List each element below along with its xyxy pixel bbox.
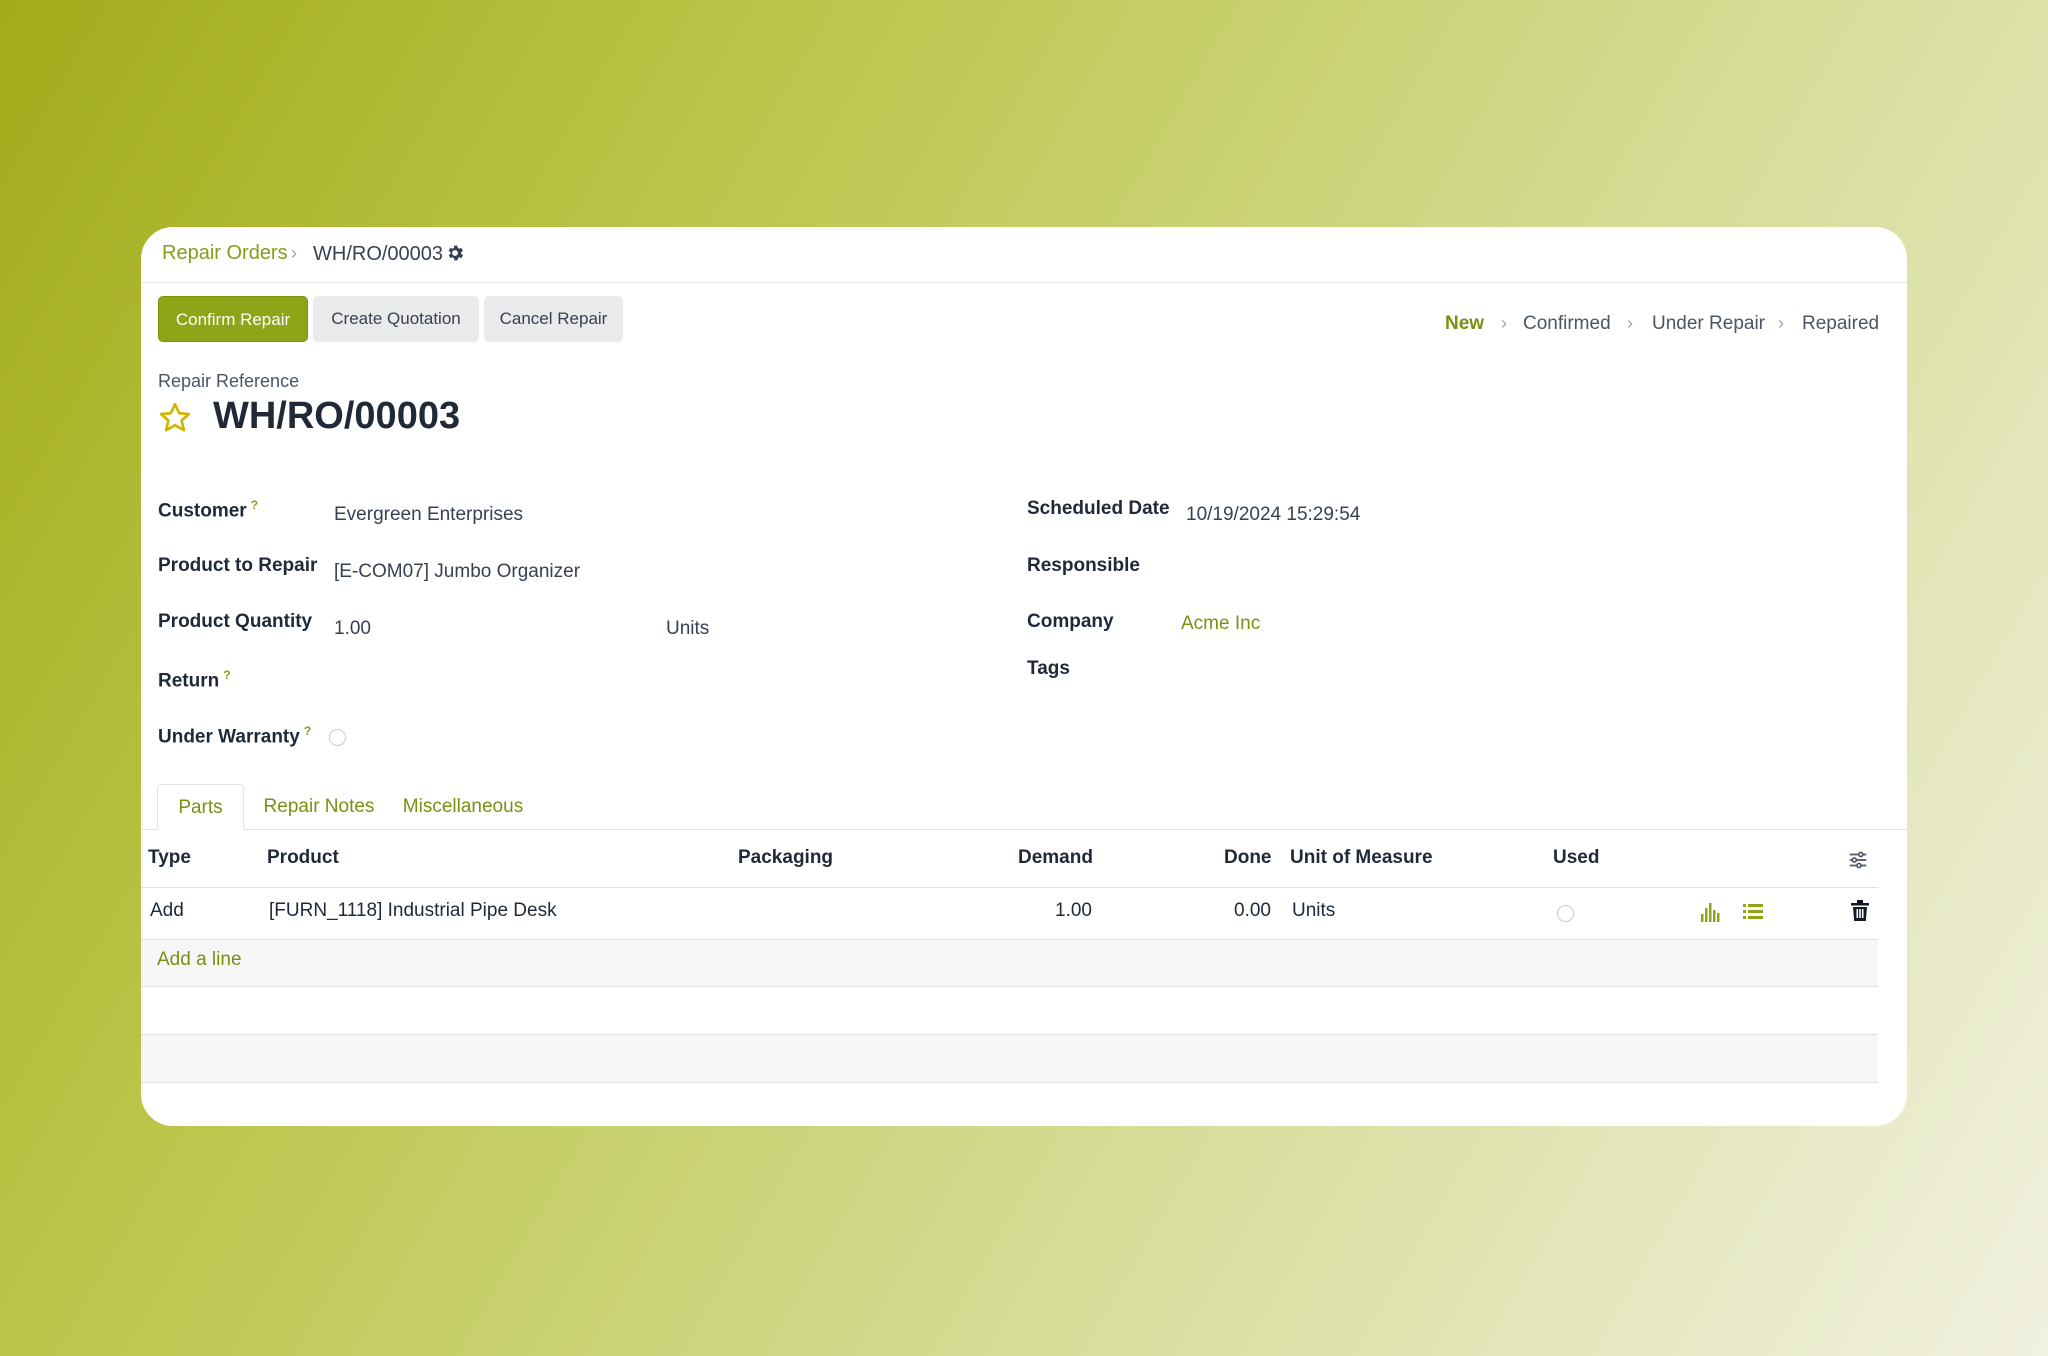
- cell-product[interactable]: [FURN_1118] Industrial Pipe Desk: [269, 900, 557, 922]
- status-separator: ›: [1501, 313, 1507, 333]
- status-under-repair[interactable]: Under Repair: [1652, 313, 1765, 335]
- scheduled-date-label: Scheduled Date: [1027, 498, 1170, 519]
- customer-label: Customer?: [158, 498, 259, 522]
- column-product[interactable]: Product: [267, 847, 339, 869]
- column-type[interactable]: Type: [148, 847, 191, 869]
- customer-field[interactable]: Evergreen Enterprises: [334, 504, 523, 526]
- tags-label: Tags: [1027, 658, 1070, 679]
- detailed-operations-icon[interactable]: [1743, 904, 1763, 920]
- page-title: WH/RO/00003: [213, 395, 461, 437]
- status-separator: ›: [1778, 313, 1784, 333]
- company-field[interactable]: Acme Inc: [1181, 613, 1260, 635]
- product-uom-field[interactable]: Units: [666, 618, 709, 640]
- product-to-repair-label: Product to Repair: [158, 555, 318, 576]
- help-icon[interactable]: ?: [223, 668, 230, 682]
- cell-type[interactable]: Add: [150, 900, 184, 922]
- help-icon[interactable]: ?: [251, 498, 258, 512]
- column-demand[interactable]: Demand: [1018, 847, 1093, 869]
- empty-row: [141, 987, 1878, 1035]
- tab-miscellaneous[interactable]: Miscellaneous: [397, 784, 529, 830]
- cell-demand[interactable]: 1.00: [1055, 900, 1092, 922]
- empty-row: [141, 1035, 1878, 1083]
- column-used[interactable]: Used: [1553, 847, 1599, 869]
- breadcrumb-separator: ›: [291, 243, 297, 263]
- tab-repair-notes[interactable]: Repair Notes: [256, 784, 382, 830]
- under-warranty-checkbox[interactable]: [329, 729, 346, 746]
- confirm-repair-button[interactable]: Confirm Repair: [158, 296, 308, 342]
- gear-icon[interactable]: [445, 243, 465, 263]
- tab-parts[interactable]: Parts: [157, 784, 244, 830]
- forecast-chart-icon[interactable]: [1700, 902, 1722, 922]
- status-confirmed[interactable]: Confirmed: [1523, 313, 1611, 335]
- optional-columns-icon[interactable]: [1847, 849, 1869, 871]
- product-quantity-field[interactable]: 1.00: [334, 618, 371, 640]
- add-a-line-link[interactable]: Add a line: [157, 949, 242, 971]
- cell-used-checkbox[interactable]: [1557, 905, 1574, 922]
- status-separator: ›: [1627, 313, 1633, 333]
- status-new[interactable]: New: [1445, 313, 1484, 335]
- column-packaging[interactable]: Packaging: [738, 847, 833, 869]
- cell-uom[interactable]: Units: [1292, 900, 1335, 922]
- create-quotation-button[interactable]: Create Quotation: [313, 296, 479, 342]
- breadcrumb-current: WH/RO/00003: [313, 243, 444, 265]
- product-quantity-label: Product Quantity: [158, 611, 313, 632]
- company-label: Company: [1027, 611, 1114, 632]
- status-repaired[interactable]: Repaired: [1802, 313, 1879, 335]
- breadcrumb-repair-orders-link[interactable]: Repair Orders: [162, 242, 288, 265]
- column-unit-of-measure[interactable]: Unit of Measure: [1290, 847, 1433, 869]
- cancel-repair-button[interactable]: Cancel Repair: [484, 296, 623, 342]
- responsible-label: Responsible: [1027, 555, 1140, 576]
- under-warranty-label: Under Warranty?: [158, 724, 312, 748]
- add-line-row: [141, 940, 1878, 987]
- repair-reference-label: Repair Reference: [158, 371, 300, 391]
- trash-icon[interactable]: [1851, 900, 1869, 922]
- form-card: Repair Orders › WH/RO/00003 Confirm Repa…: [141, 227, 1907, 1126]
- product-to-repair-field[interactable]: [E-COM07] Jumbo Organizer: [334, 561, 580, 583]
- help-icon[interactable]: ?: [304, 724, 311, 738]
- star-icon[interactable]: [157, 400, 193, 436]
- breadcrumb: Repair Orders › WH/RO/00003: [141, 227, 1907, 283]
- scheduled-date-field[interactable]: 10/19/2024 15:29:54: [1186, 504, 1360, 526]
- table-header-divider: [141, 887, 1878, 888]
- cell-done[interactable]: 0.00: [1234, 900, 1271, 922]
- return-label: Return?: [158, 668, 231, 692]
- column-done[interactable]: Done: [1224, 847, 1272, 869]
